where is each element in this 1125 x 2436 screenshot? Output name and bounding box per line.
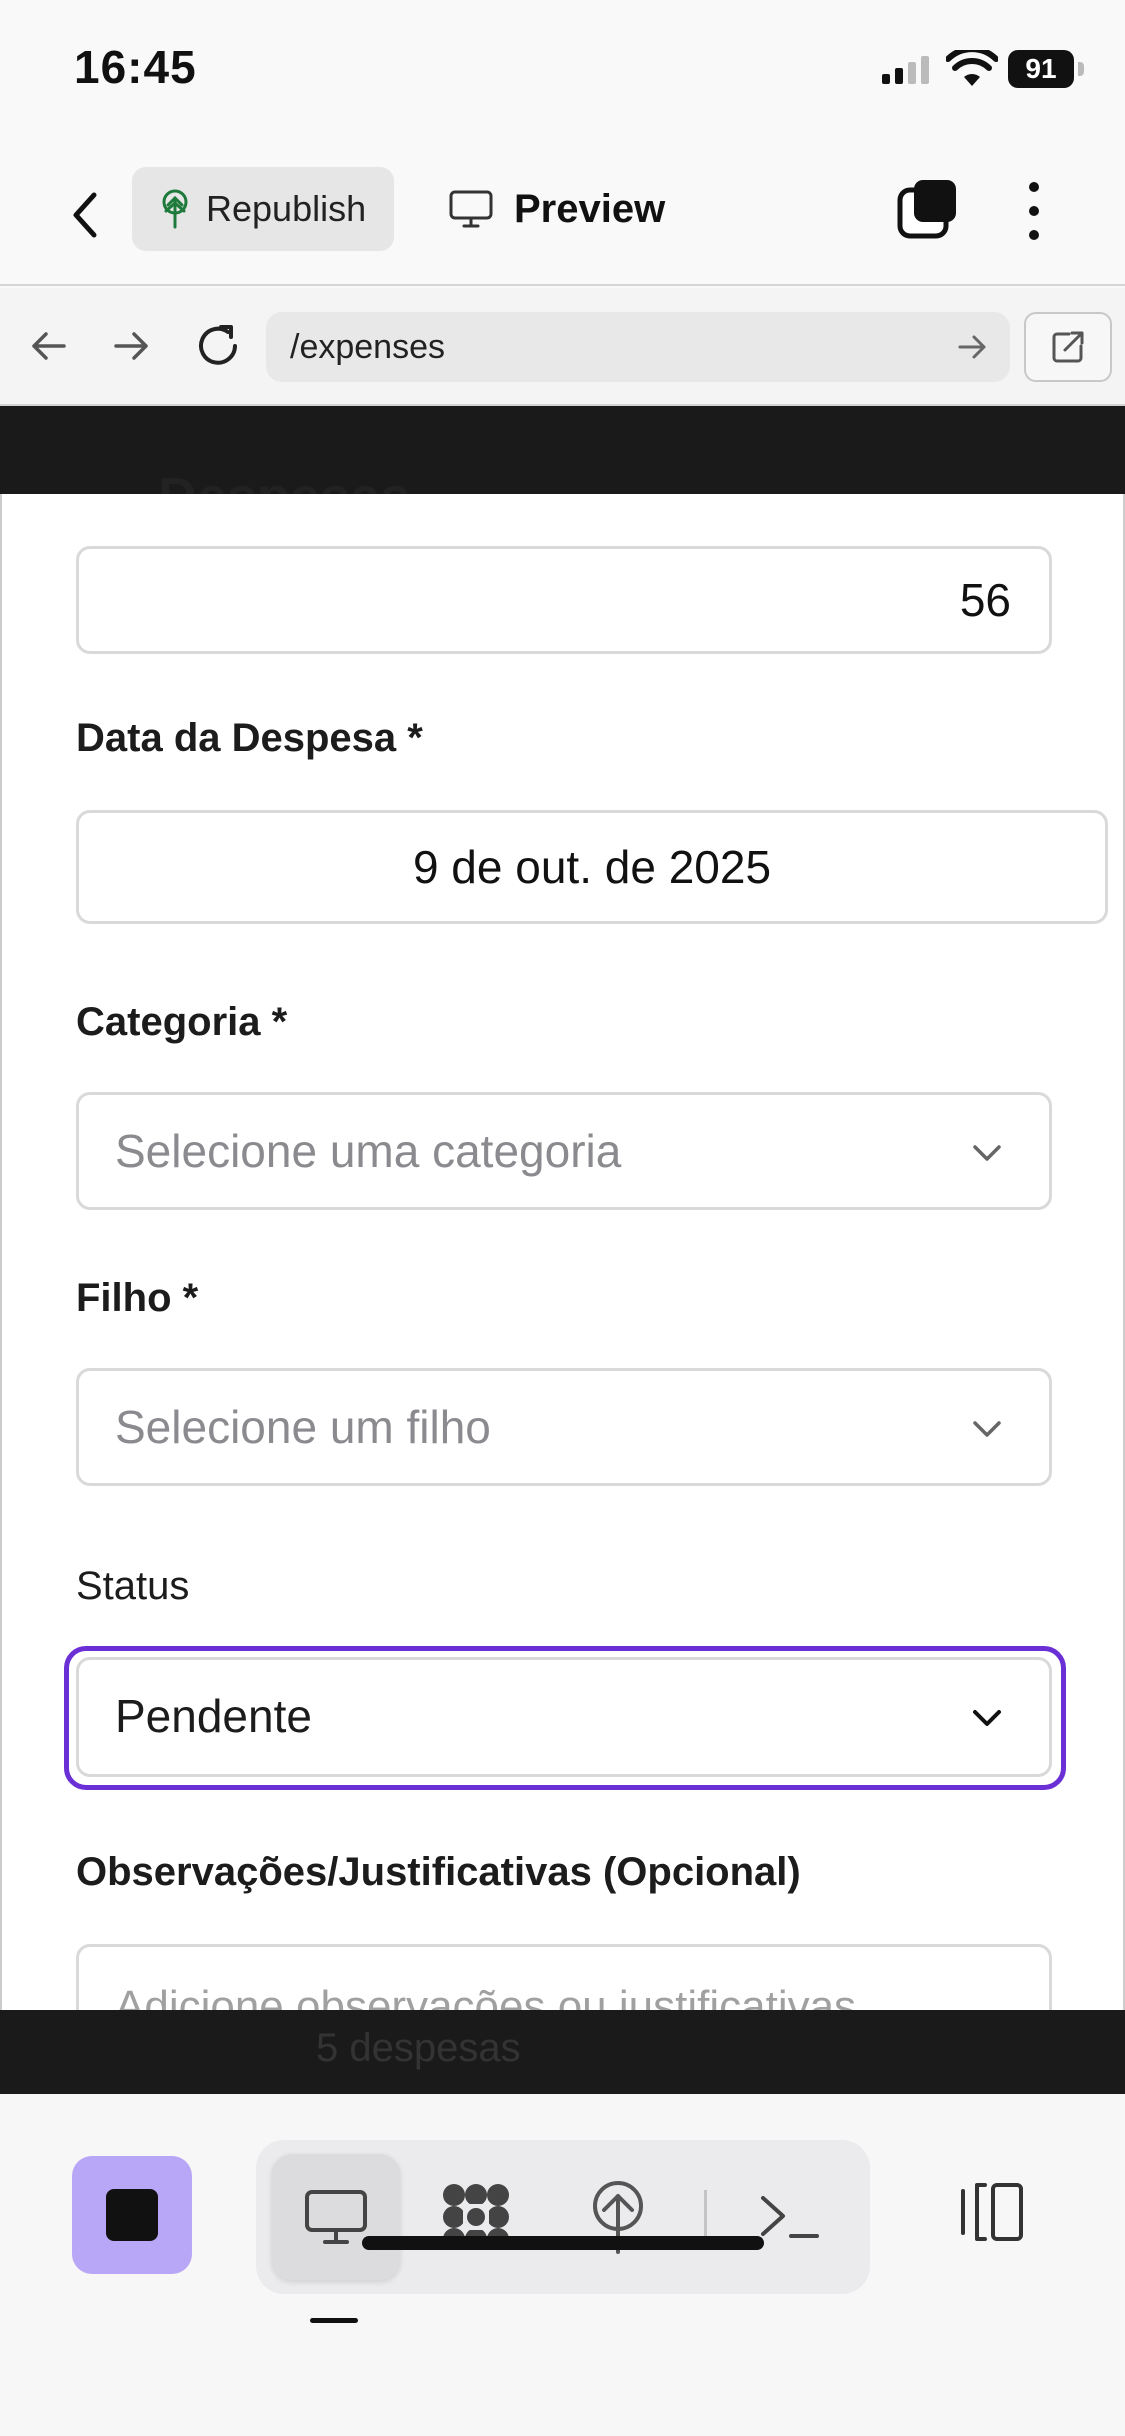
reload-button[interactable] xyxy=(190,314,246,378)
preview-label: Preview xyxy=(514,186,666,231)
desktop-icon xyxy=(305,2190,367,2244)
preview-tab[interactable]: Preview xyxy=(448,167,665,251)
date-value: 9 de out. de 2025 xyxy=(412,841,772,893)
deploy-tree-icon xyxy=(162,189,188,229)
browser-forward-button[interactable] xyxy=(108,318,156,374)
status-time: 16:45 xyxy=(74,41,197,93)
tool-switcher xyxy=(256,2140,870,2294)
terminal-tool-button[interactable] xyxy=(726,2154,854,2280)
republish-label: Republish xyxy=(206,188,367,229)
browser-back-button[interactable] xyxy=(24,318,72,374)
category-placeholder: Selecione uma categoria xyxy=(115,1125,622,1177)
republish-button[interactable]: Republish xyxy=(132,167,394,251)
desktop-icon xyxy=(449,190,493,228)
home-indicator xyxy=(362,2236,764,2250)
stop-icon xyxy=(106,2189,158,2241)
notes-textarea[interactable]: Adicione observações ou justificativas xyxy=(76,1944,1052,2010)
child-label: Filho * xyxy=(76,1276,199,1320)
panels-button[interactable] xyxy=(952,2172,1032,2252)
preview-backdrop-top: Despesas xyxy=(0,406,1125,496)
url-input[interactable]: /expenses xyxy=(266,312,1010,382)
category-select[interactable]: Selecione uma categoria xyxy=(76,1092,1052,1210)
back-button[interactable] xyxy=(60,180,110,250)
date-input[interactable]: 9 de out. de 2025 xyxy=(76,810,1108,924)
external-link-icon xyxy=(1052,331,1084,363)
arrow-left-icon xyxy=(32,332,66,360)
app-toolbar: Republish Preview xyxy=(0,140,1125,286)
status-label: Status xyxy=(76,1564,190,1608)
battery-icon: 91 xyxy=(1008,50,1088,90)
stop-button[interactable] xyxy=(72,2156,192,2274)
preview-backdrop-bottom: 5 despesas xyxy=(0,2010,1125,2094)
arrow-right-icon xyxy=(114,332,148,360)
integrations-tool-button[interactable] xyxy=(412,2154,540,2280)
background-page-title: Despesas xyxy=(158,466,410,496)
desktop-tool-button[interactable] xyxy=(272,2154,400,2280)
active-tool-indicator xyxy=(310,2318,358,2323)
chevron-down-icon xyxy=(973,1710,1001,1726)
chevron-down-icon xyxy=(973,1421,1001,1437)
cellular-signal-icon xyxy=(882,56,929,84)
reload-icon xyxy=(199,325,237,365)
status-value: Pendente xyxy=(115,1690,312,1742)
child-placeholder: Selecione um filho xyxy=(115,1401,491,1453)
amount-input[interactable]: 56 xyxy=(76,546,1052,654)
open-in-new-tab-button[interactable] xyxy=(1024,312,1112,382)
go-arrow-icon[interactable] xyxy=(956,330,990,364)
date-label: Data da Despesa * xyxy=(76,716,423,760)
category-label: Categoria * xyxy=(76,1000,288,1044)
panels-icon xyxy=(961,2183,1023,2241)
child-select[interactable]: Selecione um filho xyxy=(76,1368,1052,1486)
deploy-tool-button[interactable] xyxy=(554,2154,682,2280)
expense-form-modal: 56 Data da Despesa * 9 de out. de 2025 C… xyxy=(0,494,1125,2010)
url-text: /expenses xyxy=(290,328,445,366)
notes-placeholder: Adicione observações ou justificativas xyxy=(115,1982,857,2010)
terminal-icon xyxy=(761,2196,819,2238)
wifi-icon xyxy=(946,50,998,86)
tabs-icon[interactable] xyxy=(896,178,960,242)
chevron-left-icon xyxy=(73,192,97,238)
bottom-dock xyxy=(0,2094,1125,2436)
chevron-down-icon xyxy=(973,1145,1001,1161)
notes-label: Observações/Justificativas (Opcional) xyxy=(76,1850,801,1894)
status-select[interactable]: Pendente xyxy=(76,1657,1052,1777)
more-options-icon[interactable] xyxy=(1014,176,1054,246)
url-bar: /expenses xyxy=(0,288,1125,406)
amount-value: 56 xyxy=(959,574,1011,626)
status-bar: 16:45 91 xyxy=(0,0,1125,140)
battery-level: 91 xyxy=(1008,50,1074,88)
background-expense-count: 5 despesas xyxy=(316,2026,521,2070)
